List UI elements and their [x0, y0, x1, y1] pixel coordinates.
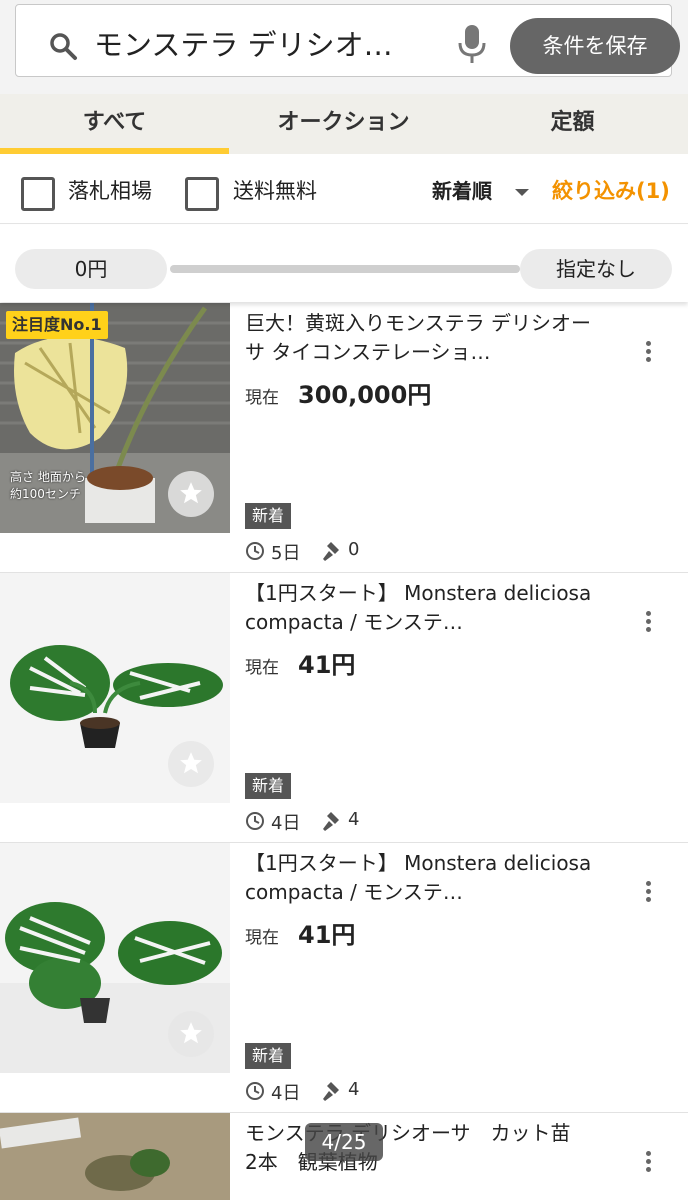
- page-indicator: 4/25: [305, 1123, 383, 1161]
- item-price: 300,000円: [298, 381, 432, 409]
- plant-image: [0, 1113, 230, 1200]
- time-remaining: 4日: [271, 813, 301, 834]
- star-icon: [180, 752, 202, 774]
- sold-price-checkbox[interactable]: [21, 177, 55, 211]
- save-search-button[interactable]: 条件を保存: [510, 18, 680, 74]
- filter-row: 落札相場 送料無料 新着順 絞り込み(1): [0, 154, 688, 224]
- search-icon: [50, 33, 77, 60]
- new-badge: 新着: [245, 503, 292, 529]
- tab-bar: すべて オークション 定額: [0, 94, 688, 154]
- list-item[interactable]: 【1円スタート】 Monstera deliciosa compacta / モ…: [0, 843, 688, 1113]
- more-options-icon[interactable]: [640, 1148, 656, 1178]
- price-label: 現在: [245, 388, 279, 408]
- favorite-button[interactable]: [168, 1011, 214, 1057]
- item-thumbnail[interactable]: [0, 573, 230, 803]
- new-badge: 新着: [245, 1043, 292, 1069]
- price-slider-track[interactable]: [170, 265, 520, 273]
- search-input[interactable]: モンステラ デリシオ…: [94, 25, 424, 65]
- tab-auction[interactable]: オークション: [229, 94, 458, 154]
- list-item[interactable]: 【1円スタート】 Monstera deliciosa compacta / モ…: [0, 573, 688, 843]
- price-range: 0円 指定なし: [0, 225, 688, 302]
- gavel-icon: [323, 542, 339, 561]
- price-min-input[interactable]: 0円: [15, 249, 167, 289]
- time-remaining: 4日: [271, 1083, 301, 1104]
- item-thumbnail[interactable]: 注目度No.1 高さ 地面から 約100センチ: [0, 303, 230, 533]
- search-box[interactable]: モンステラ デリシオ… 条件を保存: [15, 4, 680, 77]
- item-thumbnail[interactable]: [0, 843, 230, 1073]
- price-max-input[interactable]: 指定なし: [520, 249, 672, 289]
- microphone-icon[interactable]: [456, 23, 488, 65]
- gavel-icon: [323, 812, 339, 831]
- attention-badge: 注目度No.1: [6, 311, 108, 339]
- chevron-down-icon[interactable]: [515, 189, 529, 196]
- star-icon: [180, 482, 202, 504]
- search-bar: モンステラ デリシオ… 条件を保存: [0, 0, 688, 94]
- item-title[interactable]: 巨大！黄斑入りモンステラ デリシオーサ タイコンステレーショ…: [245, 309, 600, 367]
- clock-icon: [246, 1082, 264, 1100]
- gavel-icon: [323, 1082, 339, 1101]
- price-label: 現在: [245, 658, 279, 678]
- refine-button[interactable]: 絞り込み(1): [552, 176, 670, 206]
- item-thumbnail[interactable]: [0, 1113, 230, 1200]
- tab-fixed-price[interactable]: 定額: [458, 94, 687, 154]
- image-caption: 高さ 地面から 約100センチ: [10, 470, 86, 501]
- more-options-icon[interactable]: [640, 608, 656, 638]
- item-price: 41円: [298, 921, 356, 949]
- tab-all[interactable]: すべて: [0, 94, 229, 154]
- bid-count: 4: [348, 1079, 360, 1100]
- item-title[interactable]: モンステラ デリシオーサ カット苗 2本 観葉植物: [245, 1119, 600, 1177]
- free-shipping-checkbox[interactable]: [185, 177, 219, 211]
- sold-price-label[interactable]: 落札相場: [68, 176, 152, 206]
- price-label: 現在: [245, 928, 279, 948]
- more-options-icon[interactable]: [640, 878, 656, 908]
- new-badge: 新着: [245, 773, 292, 799]
- more-options-icon[interactable]: [640, 338, 656, 368]
- clock-icon: [246, 542, 264, 560]
- bid-count: 4: [348, 809, 360, 830]
- free-shipping-label[interactable]: 送料無料: [233, 176, 317, 206]
- item-title[interactable]: 【1円スタート】 Monstera deliciosa compacta / モ…: [245, 579, 600, 637]
- favorite-button[interactable]: [168, 741, 214, 787]
- star-icon: [180, 1022, 202, 1044]
- sort-dropdown[interactable]: 新着順: [432, 176, 492, 206]
- list-item[interactable]: 注目度No.1 高さ 地面から 約100センチ 巨大！黄斑入りモンステラ デリシ…: [0, 303, 688, 573]
- item-price: 41円: [298, 651, 356, 679]
- item-title[interactable]: 【1円スタート】 Monstera deliciosa compacta / モ…: [245, 849, 600, 907]
- bid-count: 0: [348, 539, 360, 560]
- clock-icon: [246, 812, 264, 830]
- time-remaining: 5日: [271, 543, 301, 564]
- favorite-button[interactable]: [168, 471, 214, 517]
